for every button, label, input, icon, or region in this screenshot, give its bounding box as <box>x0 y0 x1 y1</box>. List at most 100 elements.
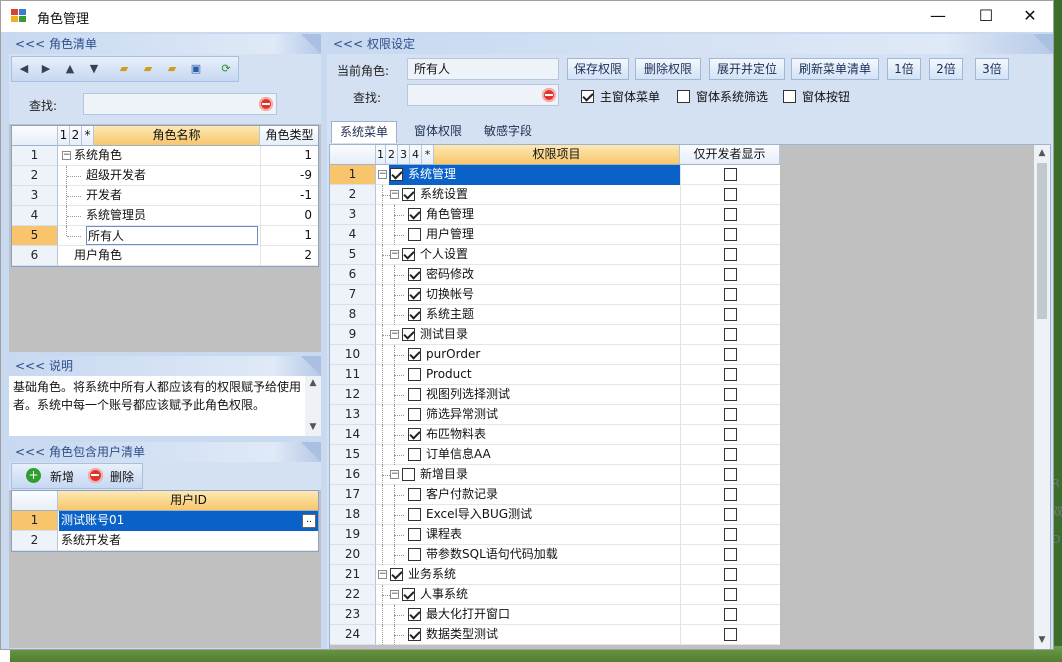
zoom-2x-button[interactable]: 2倍 <box>929 58 963 80</box>
role-row[interactable]: 5 所有人 1 <box>12 226 318 246</box>
dev-only-checkbox[interactable] <box>724 348 737 361</box>
row-number[interactable]: 22 <box>330 585 376 605</box>
row-number[interactable]: 24 <box>330 625 376 645</box>
permission-row[interactable]: 9 − 测试目录 <box>330 325 780 345</box>
collapse-icon[interactable]: − <box>390 330 399 339</box>
permission-checkbox[interactable] <box>402 328 415 341</box>
dev-only-checkbox[interactable] <box>724 528 737 541</box>
row-number[interactable]: 8 <box>330 305 376 325</box>
permission-checkbox[interactable] <box>408 228 421 241</box>
permission-checkbox[interactable] <box>408 448 421 461</box>
dev-only-checkbox[interactable] <box>724 208 737 221</box>
row-number[interactable]: 2 <box>12 531 58 551</box>
row-number[interactable]: 19 <box>330 525 376 545</box>
role-row[interactable]: 2 超级开发者 -9 <box>12 166 318 186</box>
permission-checkbox[interactable] <box>402 248 415 261</box>
row-number[interactable]: 13 <box>330 405 376 425</box>
permission-checkbox[interactable] <box>402 188 415 201</box>
permission-row[interactable]: 6 密码修改 <box>330 265 780 285</box>
permission-item[interactable]: 系统管理 <box>389 165 680 185</box>
row-number[interactable]: 23 <box>330 605 376 625</box>
permission-item[interactable]: 筛选异常测试 <box>407 405 680 425</box>
permission-row[interactable]: 21− 业务系统 <box>330 565 780 585</box>
permission-checkbox[interactable] <box>408 508 421 521</box>
perm-col-item[interactable]: 权限项目 <box>434 145 680 165</box>
permission-item[interactable]: 系统主题 <box>407 305 680 325</box>
nav-next-icon[interactable]: ▶ <box>38 62 54 76</box>
option-checkbox-2[interactable]: 窗体按钮 <box>783 88 850 104</box>
collapse-icon[interactable]: − <box>378 570 387 579</box>
permission-checkbox[interactable] <box>408 608 421 621</box>
description-scrollbar[interactable]: ▲ ▼ <box>305 376 321 436</box>
row-number[interactable]: 1 <box>12 146 58 166</box>
row-number[interactable]: 11 <box>330 365 376 385</box>
description-header[interactable]: <<< 说明 <box>9 356 321 376</box>
permission-row[interactable]: 24 数据类型测试 <box>330 625 780 645</box>
permission-item[interactable]: 客户付款记录 <box>407 485 680 505</box>
refresh-menu-button[interactable]: 刷新菜单清单 <box>791 58 879 80</box>
expand-locate-button[interactable]: 展开并定位 <box>709 58 785 80</box>
delete-user-button[interactable]: 删除 <box>82 467 142 485</box>
permission-row[interactable]: 7 切换帐号 <box>330 285 780 305</box>
dev-only-checkbox[interactable] <box>724 428 737 441</box>
nav-first-icon[interactable]: ◀ <box>16 62 32 76</box>
permission-row[interactable]: 22 − 人事系统 <box>330 585 780 605</box>
permission-row[interactable]: 8 系统主题 <box>330 305 780 325</box>
permission-row[interactable]: 4 用户管理 <box>330 225 780 245</box>
permission-checkbox[interactable] <box>408 528 421 541</box>
dev-only-checkbox[interactable] <box>724 508 737 521</box>
row-number[interactable]: 3 <box>12 186 58 206</box>
ellipsis-button[interactable]: .. <box>302 514 316 528</box>
row-number[interactable]: 12 <box>330 385 376 405</box>
permission-row[interactable]: 10 purOrder <box>330 345 780 365</box>
row-number[interactable]: 7 <box>330 285 376 305</box>
dev-only-checkbox[interactable] <box>724 468 737 481</box>
permission-row[interactable]: 16 − 新增目录 <box>330 465 780 485</box>
row-number[interactable]: 5 <box>330 245 376 265</box>
option-checkbox-0[interactable]: 主窗体菜单 <box>581 88 660 104</box>
refresh-icon[interactable]: ⟳ <box>218 62 234 76</box>
roles-panel-header[interactable]: <<< 角色清单 <box>9 34 321 54</box>
users-col-id[interactable]: 用户ID <box>58 491 318 511</box>
collapse-icon[interactable]: − <box>390 250 399 259</box>
permission-item[interactable]: 数据类型测试 <box>407 625 680 645</box>
role-row[interactable]: 3 开发者 -1 <box>12 186 318 206</box>
collapse-icon[interactable]: − <box>378 170 387 179</box>
permission-row[interactable]: 14 布匹物料表 <box>330 425 780 445</box>
permission-item[interactable]: 用户管理 <box>407 225 680 245</box>
user-row[interactable]: 1 测试账号01.. <box>12 511 318 531</box>
scroll-up-icon[interactable]: ▲ <box>1034 148 1050 158</box>
row-number[interactable]: 18 <box>330 505 376 525</box>
dev-only-checkbox[interactable] <box>724 408 737 421</box>
dev-only-checkbox[interactable] <box>724 368 737 381</box>
row-number[interactable]: 6 <box>12 246 58 266</box>
scroll-thumb[interactable] <box>1037 163 1047 319</box>
collapse-icon[interactable]: − <box>62 151 71 160</box>
checkbox[interactable] <box>581 90 594 103</box>
row-number[interactable]: 1 <box>12 511 58 531</box>
permission-checkbox[interactable] <box>390 168 403 181</box>
permission-row[interactable]: 20 带参数SQL语句代码加载 <box>330 545 780 565</box>
permission-item[interactable]: 角色管理 <box>407 205 680 225</box>
permission-row[interactable]: 11 Product <box>330 365 780 385</box>
permission-checkbox[interactable] <box>408 408 421 421</box>
permission-row[interactable]: 13 筛选异常测试 <box>330 405 780 425</box>
add-user-button[interactable]: + 新增 <box>16 467 76 485</box>
permission-checkbox[interactable] <box>408 368 421 381</box>
permission-item[interactable]: 测试目录 <box>401 325 680 345</box>
dev-only-checkbox[interactable] <box>724 608 737 621</box>
permission-item[interactable]: 系统设置 <box>401 185 680 205</box>
perm-grid-scrollbar[interactable]: ▲ ▼ <box>1034 145 1050 649</box>
permission-row[interactable]: 5 − 个人设置 <box>330 245 780 265</box>
permission-checkbox[interactable] <box>408 428 421 441</box>
user-id-cell[interactable]: 测试账号01 <box>59 511 318 531</box>
clear-search-icon[interactable] <box>259 97 273 111</box>
row-number[interactable]: 14 <box>330 425 376 445</box>
dev-only-checkbox[interactable] <box>724 268 737 281</box>
zoom-3x-button[interactable]: 3倍 <box>975 58 1009 80</box>
permission-row[interactable]: 23 最大化打开窗口 <box>330 605 780 625</box>
row-number[interactable]: 2 <box>12 166 58 186</box>
folder-add-icon[interactable]: ▰ <box>116 62 132 76</box>
permission-item[interactable]: 视图列选择测试 <box>407 385 680 405</box>
permission-item[interactable]: purOrder <box>407 345 680 365</box>
